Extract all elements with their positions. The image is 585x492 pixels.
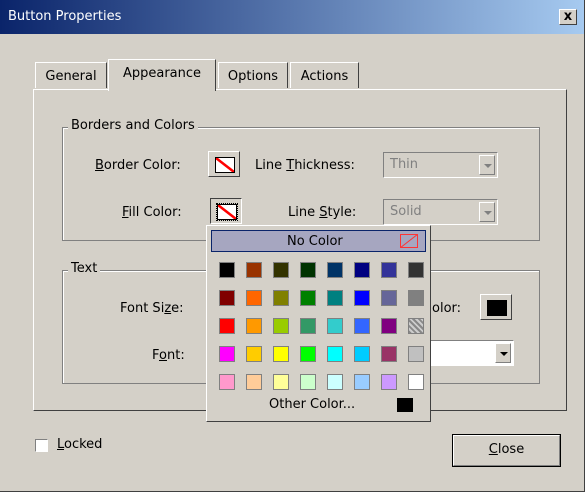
text-color-swatch [487,300,507,316]
color-swatch[interactable] [408,346,424,362]
close-icon[interactable]: x [559,9,577,25]
color-swatch[interactable] [246,318,262,334]
color-swatch[interactable] [300,318,316,334]
group-title-text: Text [68,261,101,276]
tab-appearance[interactable]: Appearance [108,59,216,91]
border-color-button[interactable] [208,151,240,177]
tab-actions[interactable]: Actions [290,62,359,88]
color-swatch[interactable] [354,262,370,278]
color-swatch[interactable] [273,374,289,390]
color-swatch[interactable] [408,262,424,278]
color-swatch[interactable] [354,346,370,362]
color-swatch[interactable] [273,262,289,278]
font-select[interactable] [428,340,514,366]
color-swatch[interactable] [408,318,424,334]
color-swatch[interactable] [327,346,343,362]
color-swatch[interactable] [246,346,262,362]
color-swatch[interactable] [354,290,370,306]
color-swatch[interactable] [300,290,316,306]
fill-color-button[interactable] [210,198,242,224]
color-swatch[interactable] [246,374,262,390]
locked-checkbox[interactable] [35,439,48,452]
no-color-slash-icon [400,234,418,248]
window-title: Button Properties [8,9,122,24]
no-color-slash-icon [218,205,236,219]
color-swatch[interactable] [354,318,370,334]
color-swatch[interactable] [219,318,235,334]
border-color-label: Border Color: [95,158,181,173]
font-size-label: Font Size: [120,301,184,316]
button-properties-dialog: Button Properties x General Appearance O… [0,0,585,492]
color-swatch[interactable] [300,346,316,362]
color-swatch[interactable] [273,290,289,306]
title-bar: Button Properties x [0,0,584,34]
color-swatch[interactable] [273,346,289,362]
border-color-swatch [215,157,235,173]
line-style-select[interactable]: Solid [383,199,498,225]
color-swatch[interactable] [408,290,424,306]
color-swatch[interactable] [219,262,235,278]
no-color-slash-icon [216,158,234,172]
chevron-down-icon [479,155,495,175]
fill-color-swatch [216,203,238,221]
color-swatch[interactable] [381,346,397,362]
line-style-label: Line Style: [288,205,357,220]
tab-label: General [45,69,97,84]
color-swatch[interactable] [381,318,397,334]
text-color-label: olor: [432,301,462,316]
group-title-borders: Borders and Colors [68,118,198,133]
other-color-swatch [397,398,413,412]
close-button-label: Close [488,442,525,457]
color-swatch[interactable] [354,374,370,390]
chevron-down-icon [479,202,495,222]
no-color-option[interactable]: No Color [211,230,426,252]
font-label: Font: [152,348,185,363]
color-swatch[interactable] [219,346,235,362]
color-swatch[interactable] [327,318,343,334]
color-swatch[interactable] [327,262,343,278]
close-button[interactable]: Close [452,434,561,467]
chevron-down-icon [495,343,511,363]
color-swatch[interactable] [246,290,262,306]
line-thickness-select[interactable]: Thin [383,152,498,178]
color-swatch[interactable] [381,374,397,390]
line-thickness-label: Line Thickness: [255,158,355,173]
tab-label: Appearance [122,66,202,81]
fill-color-label: Fill Color: [122,205,182,220]
color-swatch[interactable] [273,318,289,334]
color-swatch[interactable] [408,374,424,390]
line-style-value: Solid [390,204,422,219]
color-swatch[interactable] [327,374,343,390]
tab-label: Options [227,69,279,84]
no-color-label: No Color [287,234,343,249]
locked-label: Locked [57,437,103,452]
color-swatch[interactable] [219,290,235,306]
tab-label: Actions [300,69,349,84]
color-swatch[interactable] [300,374,316,390]
color-swatch[interactable] [300,262,316,278]
tab-general[interactable]: General [35,62,107,88]
line-thickness-value: Thin [390,157,419,172]
other-color-option[interactable]: Other Color... [269,397,355,412]
text-color-button[interactable] [480,294,512,320]
tab-options[interactable]: Options [218,62,288,88]
color-swatch[interactable] [246,262,262,278]
color-swatch[interactable] [327,290,343,306]
color-picker-popup: No Color Other Color... [206,225,431,422]
color-swatch[interactable] [381,262,397,278]
color-swatch[interactable] [219,374,235,390]
color-swatch[interactable] [381,290,397,306]
